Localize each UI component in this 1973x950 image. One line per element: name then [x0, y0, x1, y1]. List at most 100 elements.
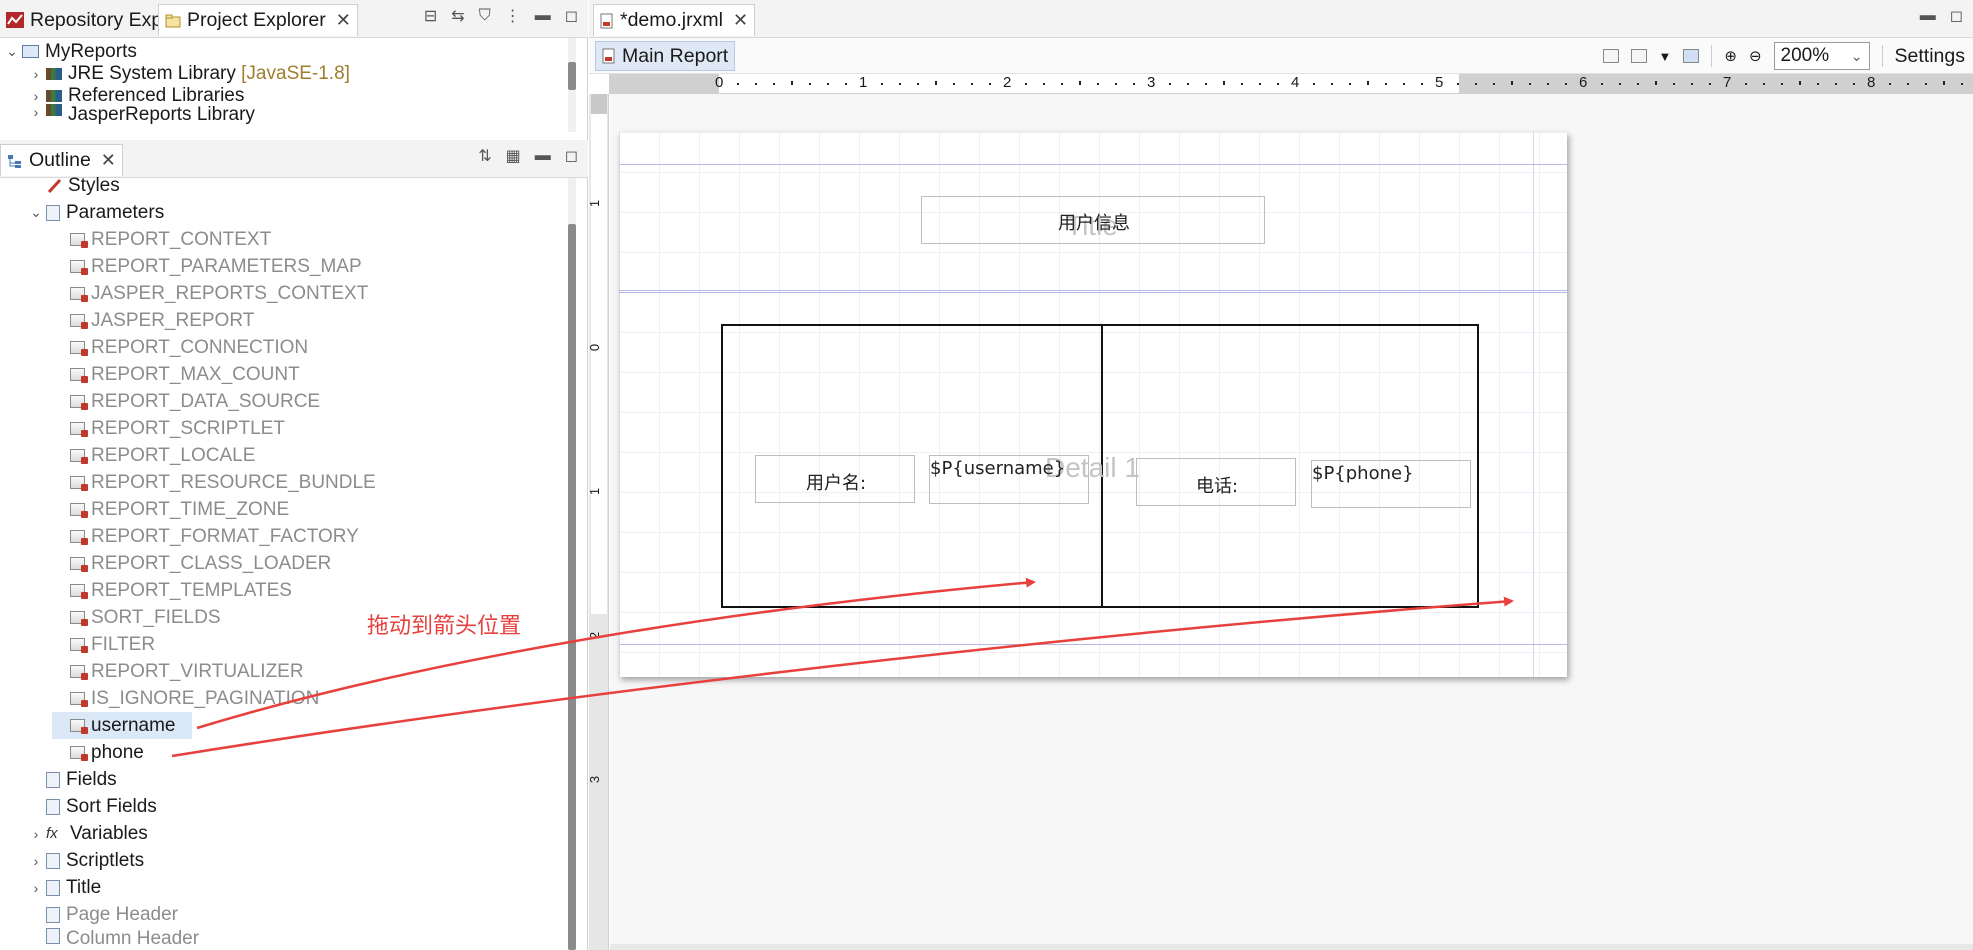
phone-field-box[interactable]: $P{phone}: [1311, 460, 1471, 508]
report-page[interactable]: Title 用户信息 Detail 1 用户名: $P{username} 电话…: [619, 132, 1567, 677]
outline-item-label: Scriptlets: [66, 849, 145, 871]
chevron-right-icon[interactable]: ›: [28, 826, 44, 842]
phone-label-box[interactable]: 电话:: [1136, 458, 1296, 506]
ruler-tick: [917, 83, 919, 85]
layout-icon[interactable]: ▦: [506, 146, 521, 166]
zoom-out-icon[interactable]: ⊖: [1749, 47, 1762, 65]
parameter-icon: [70, 665, 88, 680]
outline-param-item[interactable]: REPORT_CLASS_LOADER: [52, 550, 331, 577]
outline-item-page-header[interactable]: Page Header: [28, 901, 178, 928]
preview-icon[interactable]: [1683, 49, 1700, 63]
ruler-tick: [1403, 83, 1405, 85]
tab-demo-jrxml[interactable]: *demo.jrxml ✕: [593, 4, 756, 36]
outline-param-item[interactable]: FILTER: [52, 631, 155, 658]
username-field-box[interactable]: $P{username}: [929, 455, 1089, 504]
outline-param-item[interactable]: REPORT_DATA_SOURCE: [52, 388, 320, 415]
parameter-icon: [70, 557, 88, 572]
fields-icon: [46, 771, 60, 788]
data-icon[interactable]: [1630, 49, 1647, 63]
tab-project-explorer[interactable]: Project Explorer ✕: [158, 4, 358, 36]
maximize-icon[interactable]: ◻: [565, 6, 578, 26]
parameter-icon: [70, 233, 88, 248]
tree-item-jasperreports-library[interactable]: › JasperReports Library: [28, 104, 255, 124]
tab-main-report[interactable]: Main Report: [595, 41, 736, 71]
settings-button[interactable]: Settings: [1895, 45, 1965, 68]
outline-param-item[interactable]: REPORT_TIME_ZONE: [52, 496, 289, 523]
close-icon[interactable]: ✕: [336, 10, 351, 31]
sort-fields-icon: [46, 798, 60, 815]
band-icon[interactable]: [1602, 49, 1619, 63]
minimize-icon[interactable]: ▬: [535, 7, 551, 25]
parameter-icon: [70, 449, 88, 464]
maximize-icon[interactable]: ◻: [1950, 6, 1963, 26]
outline-param-item[interactable]: REPORT_RESOURCE_BUNDLE: [52, 469, 376, 496]
outline-item-variables[interactable]: › fx Variables: [28, 820, 148, 847]
outline-param-item[interactable]: REPORT_VIRTUALIZER: [52, 658, 304, 685]
minimize-icon[interactable]: ▬: [535, 147, 551, 165]
title-static-text[interactable]: 用户信息: [921, 196, 1265, 244]
band-line-title-end: [619, 292, 1567, 293]
close-icon[interactable]: ✕: [733, 10, 748, 31]
outline-param-item[interactable]: JASPER_REPORTS_CONTEXT: [52, 280, 368, 307]
outline-param-item[interactable]: REPORT_LOCALE: [52, 442, 255, 469]
outline-param-item[interactable]: REPORT_MAX_COUNT: [52, 361, 300, 388]
parameter-icon: [70, 395, 88, 410]
outline-item-scriptlets[interactable]: › Scriptlets: [28, 847, 144, 874]
chevron-right-icon[interactable]: ›: [28, 88, 44, 104]
outline-param-item[interactable]: REPORT_CONNECTION: [52, 334, 308, 361]
outline-param-username[interactable]: username: [52, 712, 192, 739]
outline-scrollbar[interactable]: [568, 178, 576, 950]
ruler-tick: [989, 83, 991, 85]
outline-param-item[interactable]: REPORT_CONTEXT: [52, 226, 271, 253]
chevron-right-icon[interactable]: ›: [28, 66, 44, 82]
scrollbar-thumb[interactable]: [568, 224, 576, 950]
param-label: REPORT_PARAMETERS_MAP: [91, 255, 362, 277]
canvas-hscrollbar[interactable]: [610, 944, 1973, 950]
column-header-icon: [46, 928, 60, 944]
outline-item-label: Title: [66, 876, 102, 898]
scrollbar-thumb[interactable]: [568, 62, 576, 90]
chevron-right-icon[interactable]: ›: [28, 853, 44, 869]
outline-param-item[interactable]: REPORT_TEMPLATES: [52, 577, 292, 604]
design-canvas[interactable]: Title 用户信息 Detail 1 用户名: $P{username} 电话…: [610, 94, 1973, 950]
chevron-right-icon[interactable]: ›: [28, 880, 44, 896]
outline-param-item[interactable]: IS_IGNORE_PAGINATION: [52, 685, 319, 712]
filter-icon[interactable]: ⛉: [479, 7, 491, 25]
chevron-down-icon[interactable]: ⌄: [28, 204, 44, 221]
outline-param-item[interactable]: REPORT_FORMAT_FACTORY: [52, 523, 359, 550]
minimize-icon[interactable]: ▬: [1920, 7, 1936, 25]
close-icon[interactable]: ✕: [101, 150, 116, 171]
link-editor-icon[interactable]: ⇆: [451, 6, 464, 26]
outline-item-label: Column Header: [66, 928, 200, 949]
outline-param-phone[interactable]: phone: [52, 739, 144, 766]
outline-item-styles[interactable]: Styles: [28, 172, 120, 199]
explorer-scrollbar[interactable]: [568, 38, 576, 132]
outline-item-column-header[interactable]: Column Header: [28, 928, 199, 950]
outline-item-fields[interactable]: Fields: [28, 766, 117, 793]
sort-icon[interactable]: ⇅: [478, 146, 491, 166]
dropdown-arrow-icon[interactable]: ▼: [1659, 49, 1672, 64]
outline-param-item[interactable]: REPORT_PARAMETERS_MAP: [52, 253, 362, 280]
outline-param-item[interactable]: SORT_FIELDS: [52, 604, 221, 631]
chevron-down-icon: ⌄: [1850, 47, 1863, 64]
chevron-right-icon[interactable]: ›: [28, 104, 44, 120]
zoom-select[interactable]: 200% ⌄: [1773, 42, 1870, 70]
ruler-number: 8: [1867, 74, 1876, 91]
ruler-tick: [1925, 83, 1927, 85]
outline-param-item[interactable]: JASPER_REPORT: [52, 307, 254, 334]
collapse-all-icon[interactable]: ⊟: [424, 6, 437, 26]
outline-param-item[interactable]: REPORT_SCRIPTLET: [52, 415, 285, 442]
title-band-icon: [46, 879, 60, 896]
chevron-down-icon[interactable]: ⌄: [4, 43, 20, 60]
ruler-tick: [1097, 83, 1099, 85]
maximize-icon[interactable]: ◻: [565, 146, 578, 166]
outline-icon: [8, 154, 21, 168]
ruler-tick: [1493, 83, 1495, 85]
outline-item-title[interactable]: › Title: [28, 874, 102, 901]
outline-item-parameters[interactable]: ⌄ Parameters: [28, 199, 164, 226]
zoom-in-icon[interactable]: ⊕: [1724, 47, 1737, 65]
parameter-icon: [70, 314, 88, 329]
outline-item-sort-fields[interactable]: Sort Fields: [28, 793, 157, 820]
view-menu-icon[interactable]: ⋮: [505, 6, 521, 26]
username-label-box[interactable]: 用户名:: [755, 455, 915, 503]
